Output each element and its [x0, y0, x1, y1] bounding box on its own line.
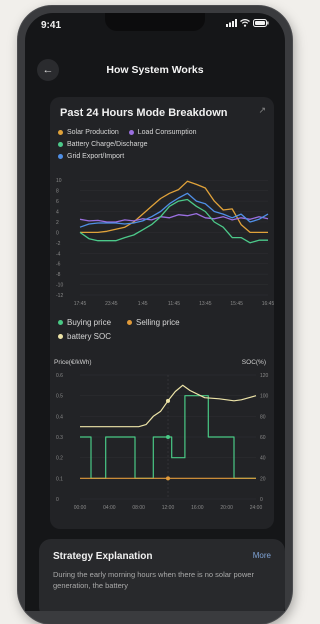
card-title: Past 24 Hours Mode Breakdown — [60, 107, 228, 119]
energy-line-chart: 10 8 6 4 2 0 -2 -4 -6 -8 -10 -12 17:45 23:45 1:45 11:45… — [56, 178, 274, 307]
y-tick-label: 10 — [56, 178, 62, 184]
x-tick-label: 24:00 — [250, 505, 263, 511]
mode-breakdown-card: Past 24 Hours Mode Breakdown ↗ Solar Pro… — [50, 97, 274, 529]
strategy-text: During the early morning hours when ther… — [53, 570, 254, 590]
y-right-tick-label: 20 — [260, 476, 266, 482]
x-tick-label: 13:45 — [199, 301, 212, 307]
legend-selling-label: Selling price — [136, 317, 180, 327]
buying-marker — [166, 435, 170, 439]
legend-load: Load Consumption — [128, 128, 197, 136]
x-tick-label: 00:00 — [74, 505, 87, 511]
legend-solar-label: Solar Production — [67, 128, 119, 136]
legend-grid-label: Grid Export/Import — [67, 152, 125, 160]
y-right-tick-label: 0 — [260, 497, 263, 503]
strategy-card: Strategy Explanation More During the ear… — [39, 539, 285, 611]
more-link[interactable]: More — [253, 551, 271, 560]
legend-solar: Solar Production — [58, 129, 119, 136]
y-tick-label: -2 — [56, 241, 61, 247]
y-tick-label: 0 — [56, 230, 59, 236]
price-soc-chart: 0.6 120 0.5 100 0.4 80 0.3 60 0.2 40 0.1 20 0 0 00:00 0… — [56, 373, 269, 511]
y-left-tick-label: 0.5 — [56, 394, 63, 400]
signal-icon — [226, 19, 237, 27]
y-right-tick-label: 80 — [260, 414, 266, 420]
series-line-1 — [80, 180, 268, 234]
x-tick-label: 15:45 — [230, 301, 243, 307]
price-legend: Buying price Selling price battery SOC — [58, 315, 180, 343]
legend-buying-dot — [58, 319, 63, 325]
x-tick-label: 04:00 — [103, 505, 116, 511]
soc-axis-title: SOC(%) — [241, 359, 266, 366]
x-tick-label: 1:45 — [138, 301, 148, 307]
y-tick-label: -4 — [56, 251, 61, 257]
x-tick-label: 16:00 — [191, 505, 204, 511]
x-tick-label: 17:45 — [74, 301, 87, 307]
soc-marker — [166, 398, 170, 403]
legend-soc-label: battery SOC — [67, 331, 112, 341]
y-left-tick-label: 0.3 — [56, 435, 63, 441]
legend-grid: Grid Export/Import — [58, 153, 124, 160]
y-left-tick-label: 0.4 — [56, 414, 63, 420]
legend-buying-label: Buying price — [67, 317, 112, 327]
legend-selling: Selling price — [127, 318, 180, 327]
page-title: How System Works — [106, 64, 204, 76]
status-icons — [226, 19, 269, 27]
y-left-tick-label: 0.2 — [56, 456, 63, 462]
status-time: 9:41 — [41, 20, 62, 31]
y-left-tick-label: 0 — [56, 497, 59, 503]
legend-selling-dot — [127, 319, 133, 325]
legend-solar-dot — [58, 129, 63, 135]
legend-soc-dot — [58, 333, 63, 339]
nav-bar: ← How System Works — [25, 59, 285, 83]
y-tick-label: -6 — [56, 262, 61, 268]
y-right-tick-label: 100 — [260, 394, 269, 400]
x-tick-label: 11:45 — [168, 301, 180, 307]
legend-battery: Battery Charge/Discharge — [58, 141, 148, 148]
x-tick-label: 08:00 — [132, 505, 145, 511]
legend-grid-dot — [58, 153, 63, 159]
x-tick-label: 12:00 — [162, 505, 175, 511]
wifi-icon — [240, 19, 250, 27]
y-tick-label: 4 — [56, 210, 59, 216]
price-axis-title: Price(€/kWh) — [54, 359, 92, 366]
energy-legend: Solar Production Load Consumption Batter… — [58, 126, 197, 162]
strategy-title: Strategy Explanation — [53, 551, 153, 562]
y-tick-label: 6 — [56, 199, 59, 205]
x-tick-label: 23:45 — [105, 301, 118, 307]
y-left-tick-label: 0.1 — [56, 476, 63, 482]
legend-load-dot — [128, 129, 134, 135]
legend-soc: battery SOC — [58, 332, 111, 341]
battery-icon — [253, 19, 269, 27]
app-screen: 9:41 ← How System Works Past 24 Hours Mo… — [25, 13, 285, 611]
y-tick-label: -12 — [56, 293, 63, 299]
y-tick-label: 8 — [56, 189, 59, 195]
legend-battery-dot — [58, 141, 63, 147]
selling-marker — [166, 476, 170, 481]
y-tick-label: 2 — [56, 220, 59, 226]
legend-load-label: Load Consumption — [137, 128, 197, 136]
y-left-tick-label: 0.6 — [56, 373, 63, 379]
x-tick-label: 16:45 — [262, 301, 274, 307]
y-right-tick-label: 40 — [260, 456, 266, 462]
expand-icon[interactable]: ↗ — [258, 105, 266, 116]
y-right-tick-label: 60 — [260, 435, 266, 441]
y-right-tick-label: 120 — [260, 373, 269, 379]
status-bar: 9:41 — [25, 13, 285, 37]
y-tick-label: -10 — [56, 283, 63, 289]
x-tick-label: 20:00 — [220, 505, 233, 511]
legend-buying: Buying price — [58, 318, 111, 327]
y-tick-label: -8 — [56, 272, 61, 278]
legend-battery-label: Battery Charge/Discharge — [67, 140, 148, 148]
